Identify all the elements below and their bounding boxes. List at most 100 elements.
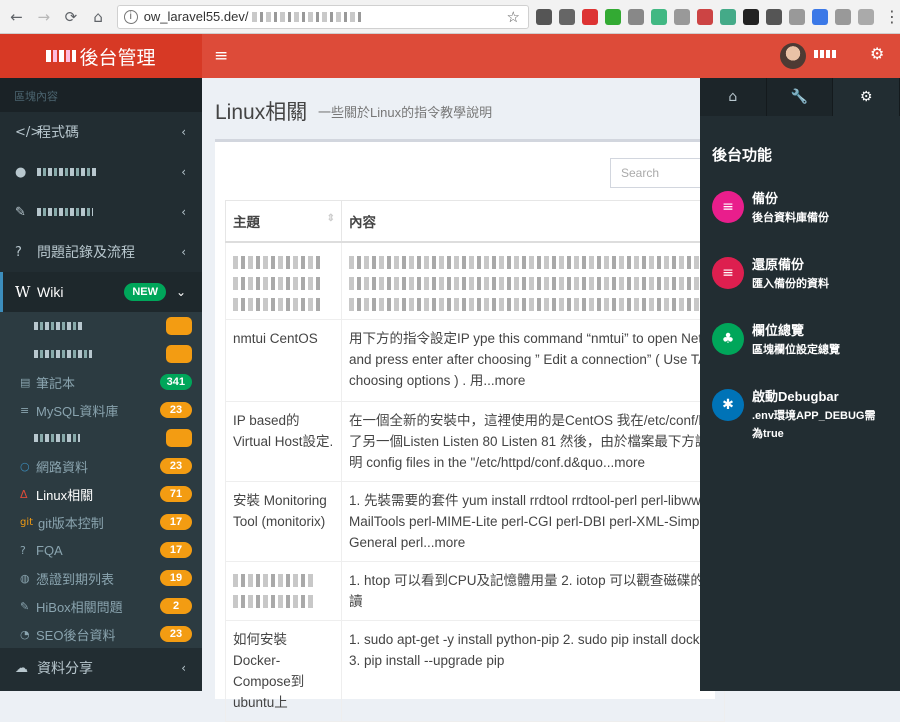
site-info-icon[interactable]: i (123, 9, 138, 24)
menu-description: .env環境APP_DEBUG需為true (752, 410, 876, 440)
user-name-redacted[interactable] (814, 50, 836, 58)
column-header-topic[interactable]: 主題 ⇕ (225, 200, 342, 243)
browser-extension-icon[interactable] (857, 8, 874, 25)
browser-extension-icon[interactable] (811, 8, 828, 25)
browser-extension-icon[interactable] (696, 8, 713, 25)
table-row[interactable]: 安裝 Monitoring Tool (monitorix) 1. 先裝需要的套… (225, 481, 725, 562)
submenu-item[interactable] (0, 312, 202, 340)
topic-cell: 安裝 Monitoring Tool (monitorix) (225, 481, 342, 562)
linux-icon: Δ (20, 487, 28, 501)
user-avatar[interactable] (780, 43, 806, 69)
browser-extension-icon[interactable] (581, 8, 598, 25)
logo-text: 後台管理 (79, 47, 156, 69)
browser-extension-icon[interactable] (673, 8, 690, 25)
control-sidebar-item[interactable]: ♣ 欄位總覽 區塊欄位設定總覽 (712, 323, 900, 359)
control-sidebar-toggle-icon[interactable]: ⚙ (870, 44, 884, 63)
url-text: ow_laravel55.dev/ (143, 9, 249, 24)
submenu-item-git[interactable]: git git版本控制 17 (0, 508, 202, 536)
browser-extension-icon[interactable] (765, 8, 782, 25)
code-icon: </> (15, 124, 42, 140)
sidebar-item-label-redacted (37, 168, 97, 176)
sidebar-item-issues[interactable]: ? 問題記錄及流程 ‹ (0, 232, 202, 272)
column-label: 內容 (349, 215, 376, 230)
control-sidebar-tabs: ⌂ 🔧 ⚙ (700, 78, 900, 116)
bookmark-star-icon[interactable]: ☆ (507, 8, 520, 26)
book-icon: ▤ (20, 375, 31, 389)
browser-extension-icon[interactable] (558, 8, 575, 25)
table-row[interactable]: nmtui CentOS 用下方的指令設定IP ype this command… (225, 319, 725, 402)
control-sidebar-menu: ≡ 備份 後台資料庫備份 ≡ 還原備份 匯入備份的資料 ♣ 欄位總覽 區塊欄位設定總覽 ✱ 啟動De… (700, 191, 900, 443)
menu-title: 啟動Debugbar (752, 389, 839, 404)
gears-tab-icon[interactable]: ⚙ (833, 78, 900, 116)
browser-extension-icon[interactable] (650, 8, 667, 25)
home-tab-icon[interactable]: ⌂ (700, 78, 767, 116)
table-row[interactable]: IP based的 Virtual Host設定. 在一個全新的安裝中，這裡使用… (225, 401, 725, 482)
sidebar-item-user[interactable]: ● ‹ (0, 152, 202, 192)
control-sidebar-item[interactable]: ≡ 備份 後台資料庫備份 (712, 191, 900, 227)
forward-icon[interactable]: → (33, 6, 54, 28)
submenu-item-notebook[interactable]: ▤ 筆記本 341 (0, 368, 202, 396)
submenu-label: MySQL資料庫 (36, 403, 119, 419)
home-icon[interactable]: ⌂ (88, 6, 109, 28)
submenu-item[interactable] (0, 424, 202, 452)
menu-text: 欄位總覽 區塊欄位設定總覽 (752, 323, 882, 359)
menu-icon: ✱ (712, 389, 744, 421)
url-redacted (252, 11, 363, 22)
submenu-item-network[interactable]: ○ 網路資料 23 (0, 452, 202, 480)
submenu-item-hibox[interactable]: ✎ HiBox相關問題 2 (0, 592, 202, 620)
sort-icon[interactable]: ⇕ (327, 213, 335, 224)
database-icon: ≡ (20, 403, 30, 417)
sidebar-item-share[interactable]: ☁ 資料分享 ‹ (0, 648, 202, 688)
submenu-item-linux[interactable]: Δ Linux相關 71 (0, 480, 202, 508)
browser-extension-icon[interactable] (788, 8, 805, 25)
topic-cell: 如何安裝Docker-Compose到ubuntu上 (225, 620, 342, 722)
question-icon: ? (15, 244, 22, 260)
browser-extension-icon[interactable] (535, 8, 552, 25)
browser-extension-icon[interactable] (719, 8, 736, 25)
sidebar-item-label: Wiki (37, 284, 64, 300)
badge-redacted (166, 345, 192, 363)
sidebar-item-label: 程式碼 (37, 124, 79, 140)
wrench-tab-icon[interactable]: 🔧 (767, 78, 834, 116)
sidebar-item-label: 資料分享 (37, 660, 93, 676)
menu-text: 還原備份 匯入備份的資料 (752, 257, 882, 293)
submenu-item-mysql[interactable]: ≡ MySQL資料庫 23 (0, 396, 202, 424)
topic-cell-redacted (225, 561, 342, 621)
table-row[interactable]: 如何安裝Docker-Compose到ubuntu上 1. sudo apt-g… (225, 620, 725, 722)
menu-title: 備份 (752, 191, 779, 206)
browser-extension-icon[interactable] (604, 8, 621, 25)
sidebar-item-wiki[interactable]: W Wiki NEW ⌄ (0, 272, 202, 312)
control-sidebar-item[interactable]: ≡ 還原備份 匯入備份的資料 (712, 257, 900, 293)
sidebar-toggle-icon[interactable]: ≡ (214, 46, 228, 66)
submenu-label: Linux相關 (36, 487, 94, 503)
submenu-item-certs[interactable]: ◍ 憑證到期列表 19 (0, 564, 202, 592)
table-row[interactable]: 1. htop 可以看到CPU及記憶體用量 2. iotop 可以觀查磁碟的讀 (225, 561, 725, 621)
browser-extension-icon[interactable] (627, 8, 644, 25)
wikipedia-icon: W (15, 283, 31, 301)
count-badge: 341 (159, 374, 192, 390)
content-cell: 用下方的指令設定IP ype this command “nmtui” to o… (341, 319, 725, 402)
chevron-left-icon: ‹ (181, 245, 186, 259)
submenu-item-fqa[interactable]: ? FQA 17 (0, 536, 202, 564)
sidebar-item-edit[interactable]: ✎ ‹ (0, 192, 202, 232)
browser-toolbar: ← → ⟳ ⌂ i ow_laravel55.dev/ ☆ ⋮ (0, 0, 900, 34)
logo-mark-redacted (46, 50, 77, 62)
sidebar-item-code[interactable]: </> 程式碼 ‹ (0, 112, 202, 152)
reload-icon[interactable]: ⟳ (60, 6, 81, 28)
topic-cell: IP based的 Virtual Host設定. (225, 401, 342, 482)
control-sidebar-item[interactable]: ✱ 啟動Debugbar .env環境APP_DEBUG需為true (712, 389, 900, 443)
submenu-label: SEO後台資料 (36, 627, 116, 643)
browser-menu-icon[interactable]: ⋮ (884, 7, 900, 26)
address-bar[interactable]: i ow_laravel55.dev/ ☆ (116, 4, 529, 29)
back-icon[interactable]: ← (6, 6, 27, 28)
count-badge: 2 (160, 598, 192, 614)
table-row[interactable] (225, 241, 725, 320)
app-logo[interactable]: 後台管理 (0, 34, 202, 78)
topic-cell: nmtui CentOS (225, 319, 342, 402)
column-header-content[interactable]: 內容 (341, 200, 725, 243)
browser-extension-icon[interactable] (834, 8, 851, 25)
browser-extension-icon[interactable] (742, 8, 759, 25)
submenu-item[interactable] (0, 340, 202, 368)
count-badge: 17 (160, 514, 192, 530)
submenu-item-seo[interactable]: ◔ SEO後台資料 23 (0, 620, 202, 648)
